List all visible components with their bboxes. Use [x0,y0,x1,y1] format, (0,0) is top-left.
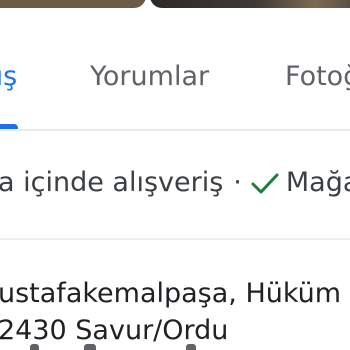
tab-overview[interactable]: uş [0,55,17,99]
service-options: a içinde alışveriş · Mağa [0,163,350,203]
service-option-label: Mağa [285,167,350,198]
tab-photos[interactable]: Fotoğ [285,55,350,99]
section-divider [0,238,350,240]
address[interactable]: ustafakemalpaşa, Hüküm 2430 Savur/Ordu [0,275,341,349]
photo-thumbnail[interactable] [0,0,146,8]
tab-bar: uş Yorumlar Fotoğ [0,55,350,99]
photo-strip[interactable] [0,0,350,8]
photo-thumbnail[interactable] [150,0,350,8]
tab-reviews[interactable]: Yorumlar [90,55,209,99]
tab-divider [0,129,350,131]
separator-dot: · [233,167,242,198]
service-option-label: a içinde alışveriş [0,167,224,198]
place-details-panel: uş Yorumlar Fotoğ a içinde alışveriş · Mağ… [0,0,350,350]
address-line: ustafakemalpaşa, Hüküm [0,278,342,309]
next-line-fragment [0,344,350,350]
check-icon [250,163,280,203]
